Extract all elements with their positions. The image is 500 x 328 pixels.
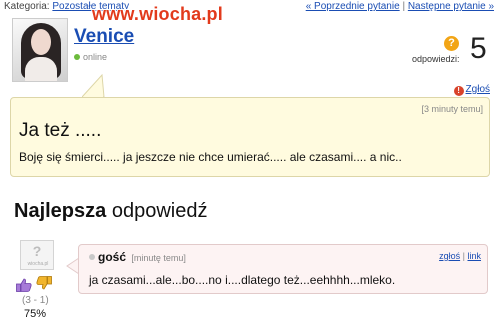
answer-report-link[interactable]: zgłoś — [439, 251, 460, 261]
question-timestamp: [3 minuty temu] — [421, 104, 483, 114]
answer-links-separator: | — [462, 251, 465, 261]
site-watermark: www.wiocha.pl — [92, 4, 223, 24]
best-answer-box: gość [minutę temu] zgłoś | link ja czasa… — [78, 244, 488, 294]
report-icon: ! — [453, 86, 464, 96]
previous-question-link[interactable]: « Poprzednie pytanie — [306, 1, 400, 12]
status-text: online — [83, 52, 108, 62]
vote-percent: 75% — [24, 308, 47, 320]
best-heading-rest: odpowiedź — [106, 200, 208, 222]
answer-avatar: ? wiocha.pl — [20, 240, 54, 270]
answers-count: 5 — [470, 32, 487, 65]
nav-separator: | — [402, 1, 406, 12]
speech-bubble-tail — [82, 74, 105, 98]
answer-header: gość [minutę temu] — [89, 250, 186, 264]
thumbs-down-icon[interactable] — [36, 276, 52, 290]
report-question[interactable]: ! Zgłoś — [453, 84, 490, 96]
best-heading-bold: Najlepsza — [14, 200, 107, 222]
answer-permalink[interactable]: link — [467, 251, 481, 261]
answer-actions: zgłoś | link — [439, 251, 481, 261]
vote-count: (3 - 1) — [22, 295, 49, 306]
question-navigation: « Poprzednie pytanie | Następne pytanie … — [306, 1, 494, 12]
user-status: online — [74, 52, 107, 62]
best-answer-heading: Najlepsza odpowiedź — [14, 200, 207, 223]
answer-body: ja czasami...ale...bo....no i....dlatego… — [89, 273, 396, 287]
answer-timestamp: [minutę temu] — [131, 253, 186, 263]
question-icon: ? — [444, 36, 459, 51]
next-question-link[interactable]: Następne pytanie » — [408, 1, 494, 12]
username-link[interactable]: Venice — [74, 26, 134, 48]
answer-author: gość — [98, 250, 127, 264]
answers-label: odpowiedzi: — [412, 54, 460, 64]
answer-avatar-label: wiocha.pl — [27, 261, 49, 267]
online-dot-icon — [74, 54, 80, 60]
vote-buttons — [14, 276, 64, 294]
question-title: Ja też ..... — [19, 120, 102, 141]
user-avatar[interactable] — [12, 18, 68, 82]
thumbs-up-icon[interactable] — [16, 278, 32, 292]
category-label: Kategoria: — [4, 1, 50, 12]
top-navigation-bar: Kategoria: Pozostałe tematy « Poprzednie… — [0, 0, 500, 14]
question-body: Boję się śmierci..... ja jeszcze nie chc… — [19, 150, 402, 164]
guest-status-icon — [89, 254, 95, 260]
report-link[interactable]: Zgłoś — [466, 84, 490, 95]
question-box: [3 minuty temu] Ja też ..... Boję się śm… — [10, 97, 490, 177]
